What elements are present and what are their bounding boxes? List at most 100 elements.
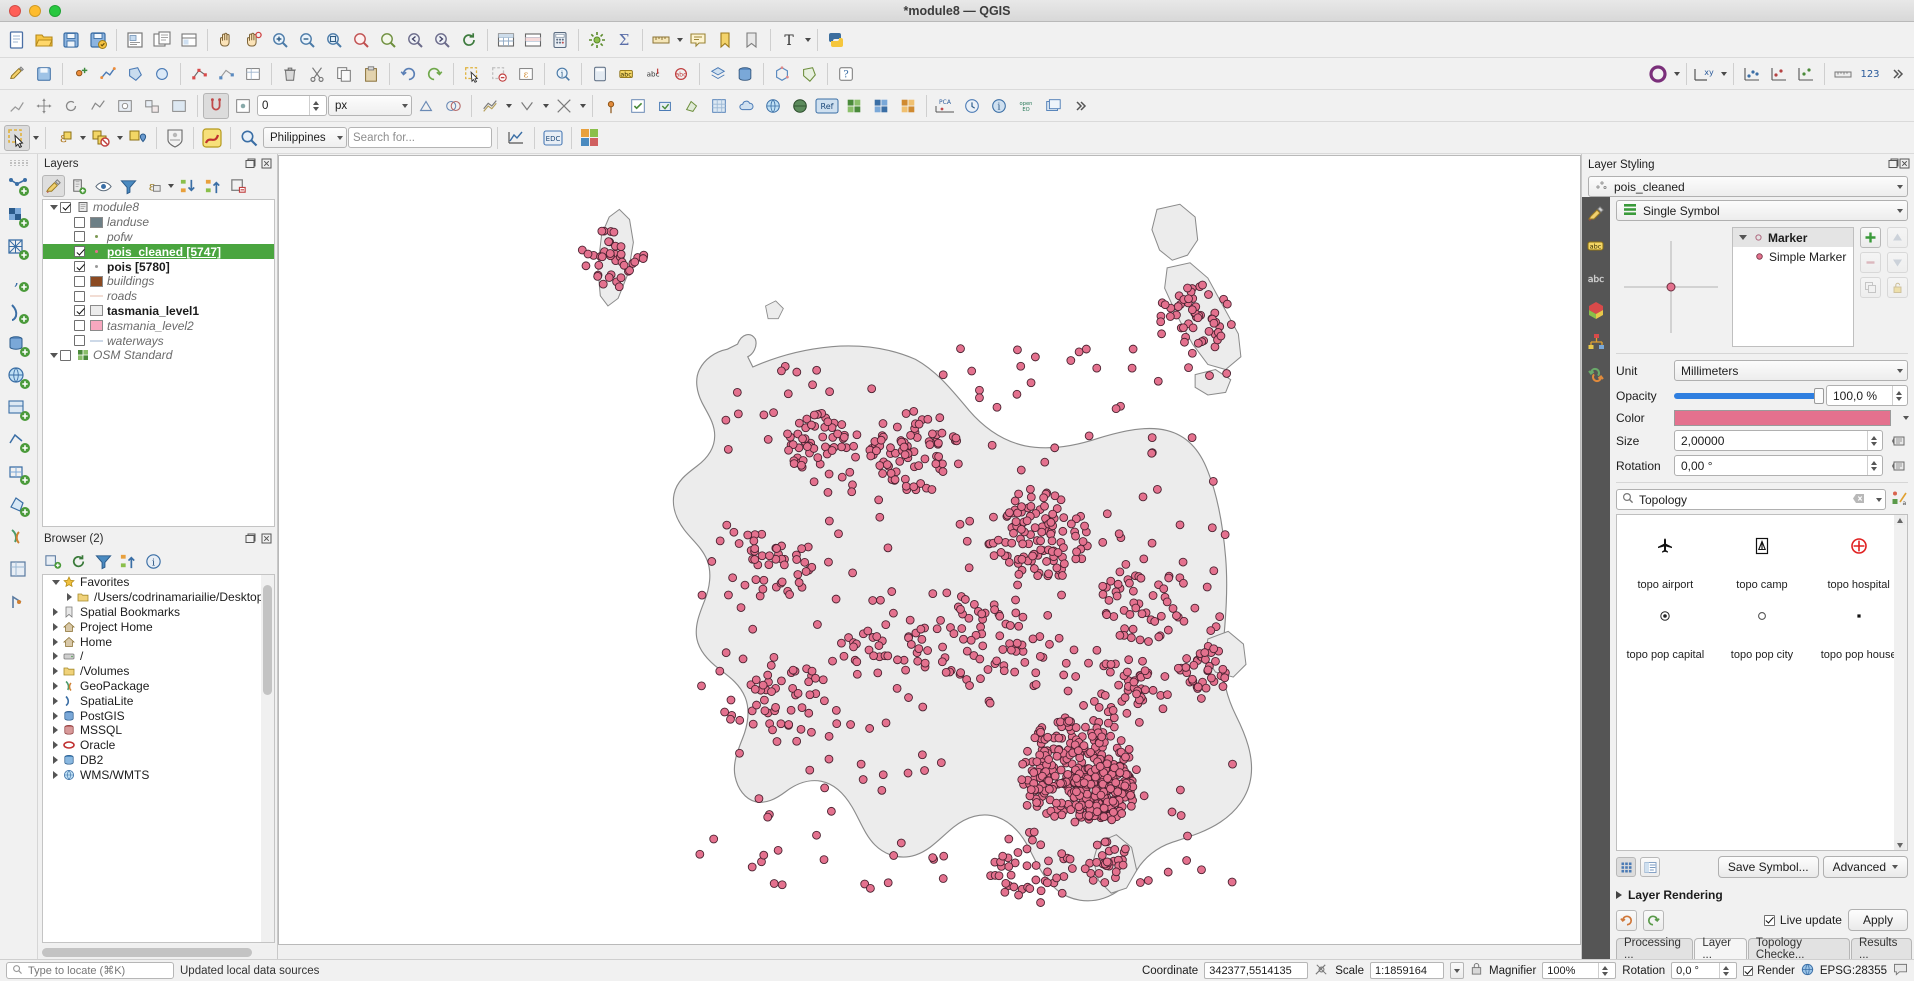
globe-dark-icon[interactable] [787,93,813,119]
remove-symbol-layer-button[interactable] [1860,252,1881,273]
layer-row-pois[interactable]: pois [5780] [43,259,274,274]
expand-collapse-icon[interactable] [49,623,62,631]
browser-panel-float-icon[interactable] [244,532,257,545]
map-canvas[interactable] [278,155,1581,945]
browser-item[interactable]: Project Home [43,619,274,634]
search-magnifier-icon[interactable] [236,125,262,151]
copy-features-icon[interactable] [331,61,357,87]
layer-visibility-checkbox[interactable] [60,349,71,361]
attribute-table-icon[interactable] [493,27,519,53]
add-spatialite-layer-icon[interactable] [5,300,33,328]
remove-layer-icon[interactable] [227,175,250,197]
browser-item[interactable]: WMS/WMTS [43,767,274,782]
color-swatch[interactable] [1674,410,1891,426]
manage-layers-icon[interactable] [705,61,731,87]
processing-toolbox-icon[interactable] [584,27,610,53]
ref-label-icon[interactable]: Ref [814,93,840,119]
add-group-icon[interactable] [67,175,90,197]
image-stack-icon[interactable] [1040,93,1066,119]
rotation-status-stepper[interactable] [1719,963,1732,978]
add-mesh-layer-icon[interactable] [5,236,33,264]
add-delimited-text-icon[interactable]: , [5,268,33,296]
new-project-icon[interactable] [4,27,30,53]
layer-visibility-checkbox[interactable] [74,231,85,243]
redo-style-button[interactable] [1643,909,1664,931]
vector-tools-icon[interactable] [679,93,705,119]
layer-row-buildings[interactable]: buildings [43,274,274,289]
python-console-icon[interactable] [823,27,849,53]
layer-visibility-checkbox[interactable] [74,290,85,302]
fill-ring-icon[interactable] [166,93,192,119]
help-icon[interactable]: ? [833,61,859,87]
opacity-stepper[interactable] [1892,386,1905,405]
color-dropdown-icon[interactable] [1897,416,1908,420]
topology-checker-icon[interactable] [769,61,795,87]
split-dropdown-icon[interactable] [578,93,587,119]
rotate-feature-icon[interactable] [58,93,84,119]
minimize-window-button[interactable] [29,4,41,17]
expand-collapse-icon[interactable] [47,353,60,358]
move-feature-icon[interactable] [31,93,57,119]
browser-item[interactable]: Spatial Bookmarks [43,605,274,620]
add-wcs-layer-icon[interactable] [5,396,33,424]
symbol-gallery-scrollbar[interactable] [1894,515,1907,850]
undo-style-button[interactable] [1616,909,1637,931]
masks-tab-icon[interactable]: abc [1585,267,1607,289]
symbol-layer-list[interactable]: Marker Simple Marker [1732,227,1854,347]
layers-tree[interactable]: module8 landuse pofw pois_cleaned [5747] poi… [42,199,275,527]
scale-dropdown[interactable] [1449,962,1464,979]
add-ring-icon[interactable] [112,93,138,119]
canvas-hscrollbar[interactable] [278,945,1581,959]
zoom-to-selection-icon[interactable] [348,27,374,53]
pan-to-selection-icon[interactable] [240,27,266,53]
reshape-features-icon[interactable] [514,93,540,119]
browser-item[interactable]: PostGIS [43,708,274,723]
xy-dropdown-icon[interactable] [1719,61,1728,87]
symbology-tab-icon[interactable] [1585,203,1607,225]
toggle-extents-icon[interactable] [1314,962,1329,980]
zoom-to-layer-icon[interactable] [375,27,401,53]
grid-orange-icon[interactable] [895,93,921,119]
expand-collapse-icon[interactable] [49,726,62,734]
colored-squares-plugin-icon[interactable] [577,125,603,151]
lock-symbol-button[interactable] [1887,277,1908,298]
zoom-last-icon[interactable] [402,27,428,53]
ruler-tool-icon[interactable] [1830,61,1856,87]
close-window-button[interactable] [9,4,21,17]
render-checkbox[interactable]: Render [1743,965,1795,977]
expand-collapse-icon[interactable] [49,608,62,616]
window-controls[interactable] [0,4,61,17]
edc-plugin-icon[interactable]: EDC [540,125,566,151]
lock-scale-icon[interactable] [1470,962,1483,979]
browser-tree[interactable]: Favorites/Users/codrinamariailie/Desktop… [42,574,275,943]
renderer-combo[interactable]: Single Symbol [1616,200,1908,221]
expand-collapse-icon[interactable] [49,652,62,660]
browser-item[interactable]: Home [43,634,274,649]
manage-map-themes-icon[interactable] [92,175,115,197]
expand-collapse-icon[interactable] [49,741,62,749]
expand-collapse-icon[interactable] [49,638,62,646]
filter-by-expression-icon[interactable]: ε [142,175,165,197]
add-postgis-layer-icon[interactable] [5,332,33,360]
new-spatialite-icon[interactable] [5,556,33,584]
symbol-search-dropdown-icon[interactable] [1870,498,1882,502]
save-project-as-icon[interactable] [85,27,111,53]
more-tools-icon[interactable] [1884,61,1910,87]
style-manager-icon[interactable]: a [1891,490,1908,510]
enable-snapping-icon[interactable] [203,92,229,119]
symbol-search-input[interactable]: Topology [1616,489,1886,510]
globe-icon[interactable] [760,93,786,119]
select-rectangle-icon[interactable] [4,124,30,151]
add-part-icon[interactable] [139,93,165,119]
browser-item[interactable]: SpatiaLite [43,693,274,708]
show-labels-icon[interactable]: abc [614,61,640,87]
expand-collapse-icon[interactable] [49,580,62,585]
coat-of-arms-icon[interactable] [162,125,188,151]
open-table-selected-icon[interactable] [520,27,546,53]
refresh-browser-icon[interactable] [67,550,90,572]
redo-icon[interactable] [422,61,448,87]
magnifier-stepper[interactable] [1598,963,1611,978]
icon-view-button[interactable] [1616,857,1636,877]
offset-curve-icon[interactable] [477,93,503,119]
add-raster-layer-icon[interactable] [5,204,33,232]
